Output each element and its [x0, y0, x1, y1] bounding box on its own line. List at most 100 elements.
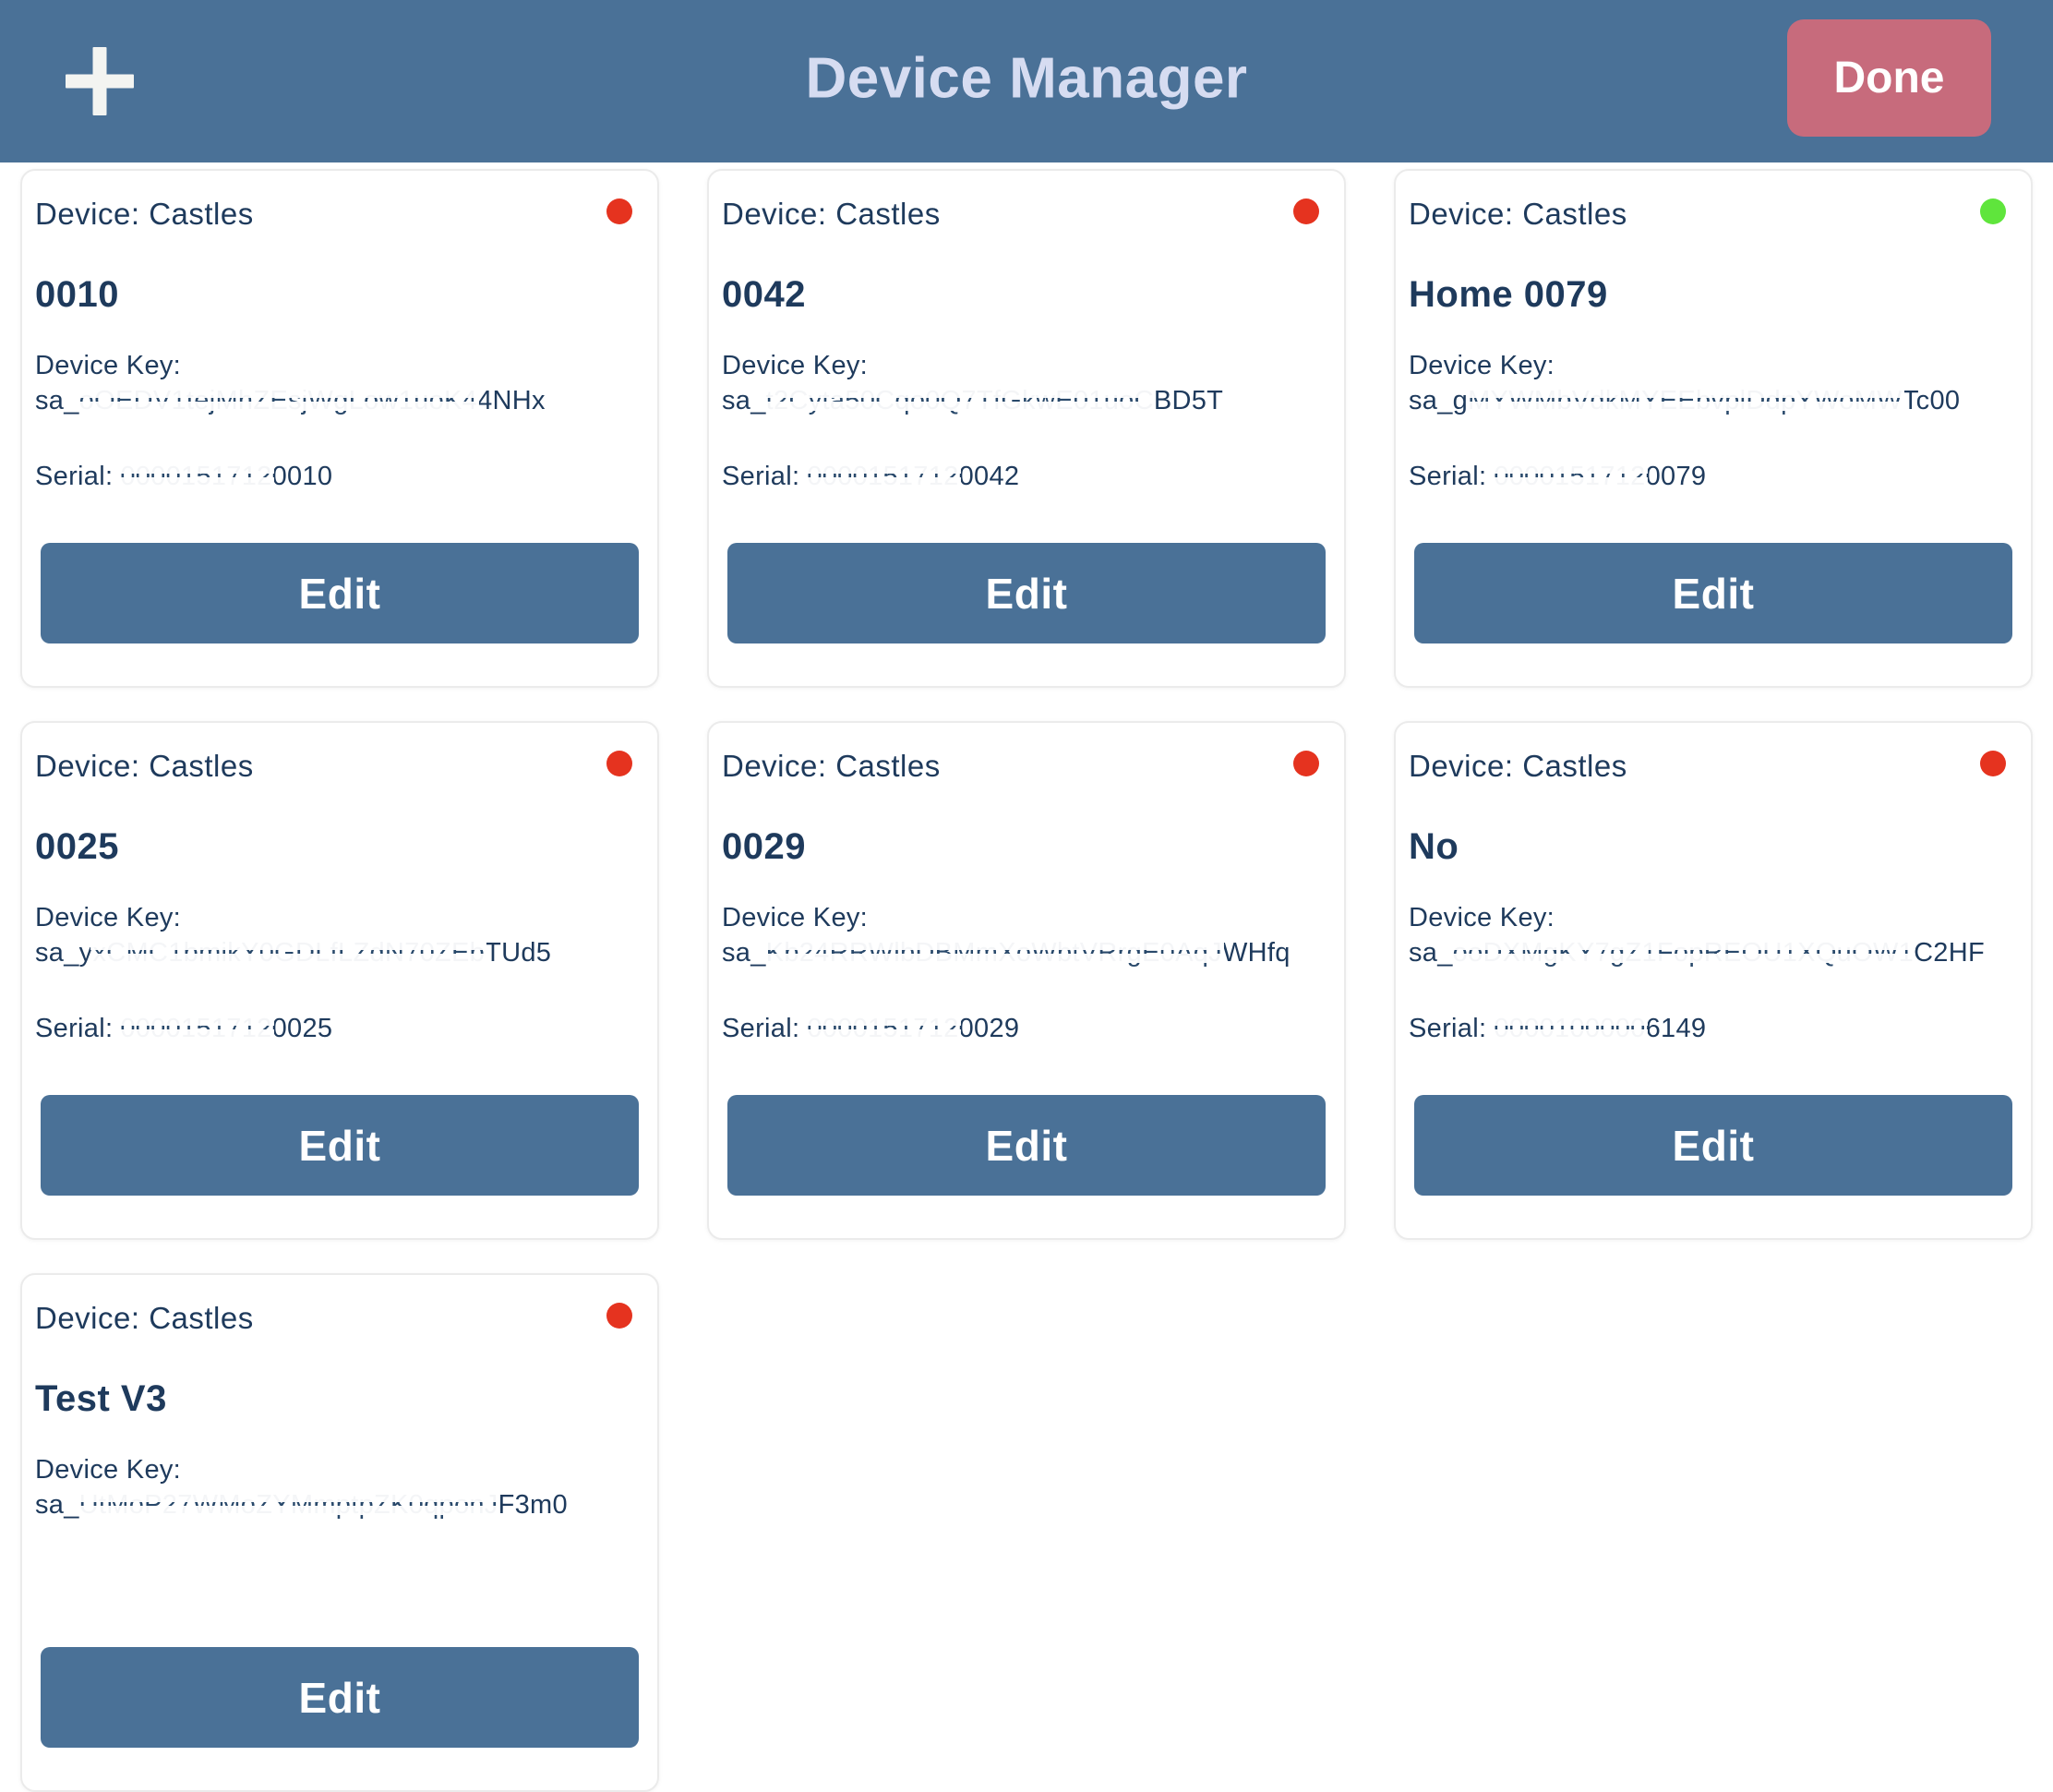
device-key-value: sa_gMYWMbVdkMYEEbvplDdpYWoMWTc00 [1409, 385, 2018, 416]
device-name: No [1409, 824, 2018, 869]
serial-label: Serial: [722, 1014, 799, 1043]
key-masked: xCMC1bmikY0GDLfLZdN70ZEb [92, 937, 485, 968]
key-prefix: sa_ [35, 386, 79, 415]
add-device-button[interactable] [65, 46, 135, 116]
status-dot [606, 1303, 632, 1329]
key-masked: MYWMbVdkMYEEbvplDdpYWoMW [1468, 385, 1903, 416]
edit-button[interactable]: Edit [1414, 1095, 2012, 1196]
device-name: 0010 [35, 272, 644, 317]
device-type-label: Device: Castles [722, 197, 941, 232]
serial-masked: 0000151712 [120, 461, 271, 492]
serial-masked: 0000151712 [807, 461, 958, 492]
header: Device Manager Done [0, 0, 2053, 162]
device-card: Device: Castles No Device Key: sa_ooDXMg… [1394, 721, 2033, 1240]
serial-suffix: 6149 [1646, 1014, 1707, 1043]
key-prefix: sa_y [35, 938, 92, 968]
status-dot [1293, 198, 1319, 224]
serial-line: Serial:00001517120010 [35, 461, 644, 492]
key-suffix: BD5T [1154, 386, 1223, 415]
serial-masked: 0000100000 [1494, 1013, 1645, 1044]
key-masked: oOEDV1tejMhZEsjWgLow1uoK4 [79, 385, 477, 416]
edit-button[interactable]: Edit [41, 543, 639, 643]
device-card: Device: Castles 0029 Device Key: sa_Kb24… [707, 721, 1346, 1240]
key-prefix: sa_ [722, 386, 766, 415]
serial-label: Serial: [722, 462, 799, 491]
device-type-label: Device: Castles [35, 749, 254, 784]
serial-suffix: 0025 [272, 1014, 333, 1043]
edit-button[interactable]: Edit [41, 1095, 639, 1196]
device-key-label: Device Key: [722, 902, 1331, 933]
key-masked: Kb24RRWlbDBMmXoWbtVRrgE0AqJ [766, 937, 1222, 968]
serial-masked: 0000151712 [1494, 461, 1645, 492]
device-type-label: Device: Castles [35, 197, 254, 232]
device-type-label: Device: Castles [35, 1301, 254, 1336]
serial-masked: 0000151712 [120, 1013, 271, 1044]
edit-button[interactable]: Edit [727, 543, 1326, 643]
device-key-label: Device Key: [35, 902, 644, 933]
device-name: Home 0079 [1409, 272, 2018, 317]
serial-masked: 0000151712 [807, 1013, 958, 1044]
serial-label: Serial: [1409, 1014, 1486, 1043]
serial-suffix: 0029 [959, 1014, 1020, 1043]
device-card: Device: Castles 0025 Device Key: sa_yxCM… [20, 721, 659, 1240]
device-type-label: Device: Castles [1409, 197, 1627, 232]
device-name: Test V3 [35, 1377, 644, 1421]
card-header: Device: Castles [35, 749, 644, 784]
status-dot [1293, 751, 1319, 776]
serial-suffix: 0010 [272, 462, 333, 491]
device-key-value: sa_UtMoP27WMoZYMmptpZK0qponJF3m0 [35, 1489, 644, 1521]
device-key-value: sa_yxCMC1bmikY0GDLfLZdN70ZEbTUd5 [35, 937, 644, 968]
device-name: 0025 [35, 824, 644, 869]
device-key-label: Device Key: [35, 1454, 644, 1485]
serial-label: Serial: [1409, 462, 1486, 491]
serial-label: Serial: [35, 462, 113, 491]
status-dot [1980, 751, 2006, 776]
serial-line: Serial: 00001517120079 [1409, 461, 2018, 492]
page-title: Device Manager [805, 46, 1247, 112]
key-prefix: sa_ [1409, 938, 1453, 968]
card-header: Device: Castles [722, 749, 1331, 784]
device-key-label: Device Key: [722, 350, 1331, 381]
key-prefix: sa_ [35, 1490, 79, 1520]
device-card: Device: Castles 0042 Device Key: sa_t2Cy… [707, 169, 1346, 688]
device-card: Device: Castles Home 0079 Device Key: sa… [1394, 169, 2033, 688]
key-suffix: F3m0 [498, 1490, 568, 1520]
status-dot [606, 751, 632, 776]
key-masked: t2Cyta50Cqo0Q7TfGkwE01uoC [766, 385, 1154, 416]
serial-line: Serial: 00001000006149 [1409, 1013, 2018, 1044]
device-card: Device: Castles 0010 Device Key: sa_oOED… [20, 169, 659, 688]
status-dot [1980, 198, 2006, 224]
serial-label: Serial: [35, 1014, 113, 1043]
serial-line: Serial:00001517120025 [35, 1013, 644, 1044]
key-suffix: 4NHx [477, 386, 546, 415]
key-prefix: sa_ [722, 938, 766, 968]
device-card: Device: Castles Test V3 Device Key: sa_U… [20, 1273, 659, 1792]
plus-icon [65, 46, 135, 116]
device-type-label: Device: Castles [722, 749, 941, 784]
key-suffix: TUd5 [485, 938, 551, 968]
edit-button[interactable]: Edit [1414, 543, 2012, 643]
device-key-value: sa_ooDXMgKY7gZ1FopREOU1XQuOW1C2HF [1409, 937, 2018, 968]
card-header: Device: Castles [722, 197, 1331, 232]
serial-suffix: 0042 [959, 462, 1020, 491]
key-masked: ooDXMgKY7gZ1FopREOU1XQuOW1 [1453, 937, 1914, 968]
key-suffix: WHfq [1222, 938, 1291, 968]
edit-button[interactable]: Edit [41, 1647, 639, 1748]
card-header: Device: Castles [1409, 197, 2018, 232]
serial-suffix: 0079 [1646, 462, 1707, 491]
device-grid: Device: Castles 0010 Device Key: sa_oOED… [20, 169, 2033, 1792]
device-key-label: Device Key: [1409, 350, 2018, 381]
key-prefix: sa_g [1409, 386, 1468, 415]
serial-line: Serial: 00001517120029 [722, 1013, 1331, 1044]
done-button[interactable]: Done [1787, 19, 1991, 137]
device-type-label: Device: Castles [1409, 749, 1627, 784]
key-masked: UtMoP27WMoZYMmptpZK0qponJ [79, 1489, 498, 1521]
device-name: 0029 [722, 824, 1331, 869]
device-key-label: Device Key: [1409, 902, 2018, 933]
device-key-value: sa_t2Cyta50Cqo0Q7TfGkwE01uoCBD5T [722, 385, 1331, 416]
key-suffix: C2HF [1914, 938, 1985, 968]
device-key-value: sa_oOEDV1tejMhZEsjWgLow1uoK44NHx [35, 385, 644, 416]
device-key-value: sa_Kb24RRWlbDBMmXoWbtVRrgE0AqJWHfq [722, 937, 1331, 968]
edit-button[interactable]: Edit [727, 1095, 1326, 1196]
device-key-label: Device Key: [35, 350, 644, 381]
